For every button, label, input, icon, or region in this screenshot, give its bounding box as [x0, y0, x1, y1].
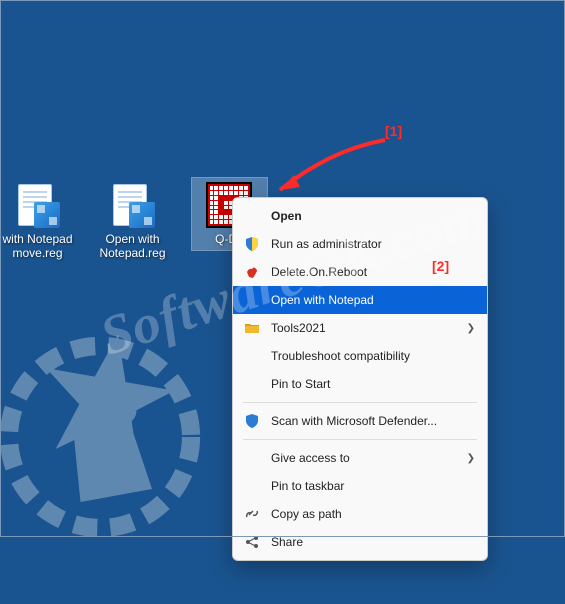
menu-item-run-as-admin[interactable]: Run as administrator [233, 230, 487, 258]
menu-item-scan-defender[interactable]: Scan with Microsoft Defender... [233, 407, 487, 435]
menu-item-label: Copy as path [271, 507, 475, 521]
reg-file-icon [14, 182, 62, 230]
watermark-graphic [0, 307, 230, 567]
menu-item-pin-to-taskbar[interactable]: Pin to taskbar [233, 472, 487, 500]
menu-separator [243, 439, 477, 440]
blank-icon [243, 449, 261, 467]
blank-icon [243, 375, 261, 393]
menu-item-label: Tools2021 [271, 321, 467, 335]
desktop-icon-reg1[interactable]: with Notepadmove.reg [0, 178, 75, 265]
chevron-right-icon: ❯ [467, 323, 475, 334]
link-icon [243, 505, 261, 523]
delete-reboot-icon [243, 263, 261, 281]
blank-icon [243, 477, 261, 495]
blank-icon [243, 291, 261, 309]
folder-icon [243, 319, 261, 337]
desktop-icon-label: Open withNotepad.reg [97, 232, 167, 265]
shield-admin-icon [243, 235, 261, 253]
blank-icon [243, 347, 261, 365]
blank-icon [243, 207, 261, 225]
annotation-2: [2] [432, 258, 449, 274]
menu-item-copy-as-path[interactable]: Copy as path [233, 500, 487, 528]
context-menu: Open Run as administrator Delete.On.Rebo… [232, 197, 488, 561]
menu-item-open-with-notepad[interactable]: Open with Notepad [233, 286, 487, 314]
desktop-icon-reg2[interactable]: Open withNotepad.reg [95, 178, 170, 265]
desktop-icon-label: with Notepadmove.reg [0, 232, 74, 265]
reg-file-icon [109, 182, 157, 230]
menu-item-label: Pin to Start [271, 377, 475, 391]
menu-item-label: Run as administrator [271, 237, 475, 251]
menu-item-label: Open with Notepad [271, 293, 475, 307]
menu-item-give-access[interactable]: Give access to ❯ [233, 444, 487, 472]
menu-item-open[interactable]: Open [233, 202, 487, 230]
defender-shield-icon [243, 412, 261, 430]
menu-item-label: Scan with Microsoft Defender... [271, 414, 475, 428]
menu-item-share[interactable]: Share [233, 528, 487, 556]
share-icon [243, 533, 261, 551]
chevron-right-icon: ❯ [467, 453, 475, 464]
menu-item-label: Share [271, 535, 475, 549]
menu-item-troubleshoot[interactable]: Troubleshoot compatibility [233, 342, 487, 370]
menu-item-label: Give access to [271, 451, 467, 465]
menu-item-label: Open [271, 209, 475, 223]
menu-item-tools2021[interactable]: Tools2021 ❯ [233, 314, 487, 342]
menu-item-label: Pin to taskbar [271, 479, 475, 493]
menu-item-label: Troubleshoot compatibility [271, 349, 475, 363]
annotation-arrow-icon [270, 135, 390, 205]
menu-item-pin-to-start[interactable]: Pin to Start [233, 370, 487, 398]
menu-separator [243, 402, 477, 403]
